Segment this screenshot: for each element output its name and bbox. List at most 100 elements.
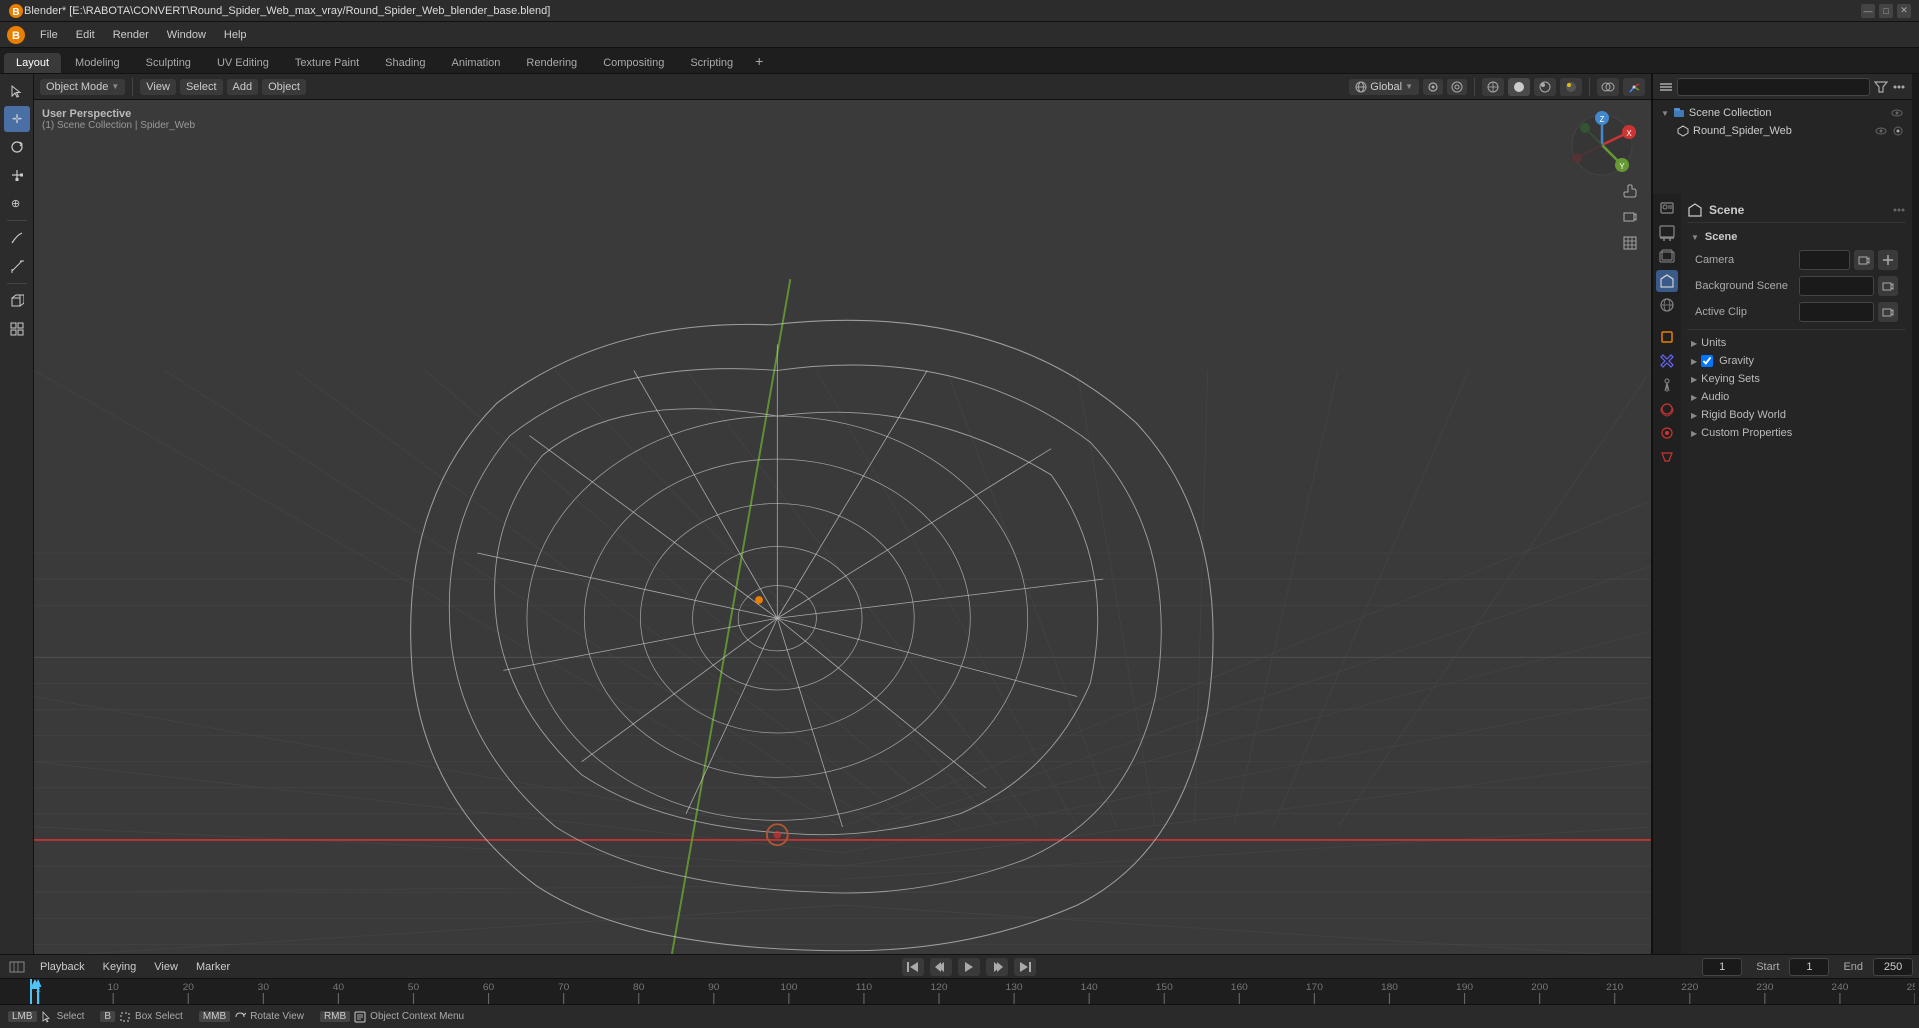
outliner-search-input[interactable] (1677, 78, 1870, 96)
annotate-tool-button[interactable] (4, 225, 30, 251)
gravity-section-toggle[interactable]: ▶ Gravity (1687, 352, 1906, 370)
menu-file[interactable]: File (32, 27, 66, 43)
play-button[interactable] (958, 958, 980, 976)
eye-icon[interactable] (1890, 106, 1904, 120)
maximize-button[interactable]: □ (1879, 4, 1893, 18)
move-tool-button[interactable]: ✛ (4, 106, 30, 132)
playback-menu[interactable]: Playback (34, 959, 91, 975)
material-shading-button[interactable] (1534, 78, 1556, 96)
viewport[interactable]: Object Mode ▼ View Select Add Object Glo… (34, 74, 1651, 954)
gravity-checkbox[interactable] (1701, 355, 1713, 367)
viewport-view-menu[interactable]: View (140, 79, 176, 95)
units-section-toggle[interactable]: ▶ Units (1687, 334, 1906, 352)
camera-view-icon[interactable] (1619, 206, 1641, 228)
prop-tab-output[interactable] (1656, 222, 1678, 244)
grid-view-icon[interactable] (1619, 232, 1641, 254)
frame-end-input[interactable]: 250 (1873, 958, 1913, 976)
hand-tool-icon[interactable] (1619, 180, 1641, 202)
keying-sets-section-toggle[interactable]: ▶ Keying Sets (1687, 370, 1906, 388)
current-frame-display[interactable]: 1 (1702, 958, 1742, 976)
menu-render[interactable]: Render (105, 27, 157, 43)
prop-tab-constraints[interactable] (1656, 422, 1678, 444)
overlays-button[interactable] (1597, 78, 1619, 96)
measure-tool-button[interactable] (4, 253, 30, 279)
scale-tool-button[interactable] (4, 162, 30, 188)
tab-shading[interactable]: Shading (373, 53, 437, 73)
transform-tool-button[interactable]: ⊕ (4, 190, 30, 216)
proportional-edit-button[interactable] (1447, 79, 1467, 95)
scene-section-toggle[interactable]: ▼ Scene (1687, 227, 1906, 247)
tab-scripting[interactable]: Scripting (678, 53, 745, 73)
svg-text:50: 50 (408, 982, 419, 992)
add-cube-button[interactable] (4, 288, 30, 314)
camera-value[interactable] (1799, 250, 1850, 270)
active-clip-browse-icon[interactable] (1878, 302, 1898, 322)
timeline-ruler[interactable]: 1 10 20 30 40 50 60 70 80 90 100 110 (0, 979, 1919, 1004)
prop-tab-modifier[interactable] (1656, 350, 1678, 372)
add-workspace-button[interactable]: + (747, 49, 771, 73)
camera-browse-icon[interactable] (1854, 250, 1874, 270)
viewport-select-menu[interactable]: Select (180, 79, 223, 95)
menu-window[interactable]: Window (159, 27, 214, 43)
prop-tab-scene[interactable] (1656, 270, 1678, 292)
marker-menu[interactable]: Marker (190, 959, 236, 975)
prop-tab-data[interactable] (1656, 446, 1678, 468)
tab-layout[interactable]: Layout (4, 53, 61, 73)
cursor-tool-button[interactable] (4, 78, 30, 104)
snap-icon (1427, 81, 1439, 93)
prop-tab-particles[interactable] (1656, 374, 1678, 396)
tab-modeling[interactable]: Modeling (63, 53, 132, 73)
outliner-spider-web-item[interactable]: Round_Spider_Web (1657, 122, 1908, 140)
extra-tools-button[interactable] (4, 316, 30, 342)
timeline-area-icon[interactable] (6, 956, 28, 978)
prop-tab-physics[interactable] (1656, 398, 1678, 420)
menu-help[interactable]: Help (216, 27, 255, 43)
snap-button[interactable] (1423, 79, 1443, 95)
outliner-options-icon[interactable] (1892, 80, 1906, 94)
step-forward-button[interactable] (986, 958, 1008, 976)
wireframe-shading-button[interactable] (1482, 78, 1504, 96)
viewport-object-menu[interactable]: Object (262, 79, 306, 95)
background-scene-browse-icon[interactable] (1878, 276, 1898, 296)
step-back-button[interactable] (930, 958, 952, 976)
solid-shading-button[interactable] (1508, 78, 1530, 96)
viewport-transform-selector[interactable]: Global ▼ (1349, 79, 1419, 95)
navigation-gizmo[interactable]: X Y Z (1567, 110, 1637, 180)
scene-options-icon[interactable] (1892, 203, 1906, 217)
keying-menu[interactable]: Keying (97, 959, 143, 975)
rotate-tool-button[interactable] (4, 134, 30, 160)
outliner-menu-icon[interactable] (1659, 80, 1673, 94)
tab-uv-editing[interactable]: UV Editing (205, 53, 281, 73)
scene-collection-label: (1) Scene Collection | Spider_Web (42, 120, 195, 131)
tab-compositing[interactable]: Compositing (591, 53, 676, 73)
outliner-scene-collection[interactable]: ▼ Scene Collection (1657, 104, 1908, 122)
rendered-shading-button[interactable] (1560, 78, 1582, 96)
tab-texture-paint[interactable]: Texture Paint (283, 53, 371, 73)
outliner-filter-icon[interactable] (1874, 80, 1888, 94)
prop-tab-world[interactable] (1656, 294, 1678, 316)
object-mode-selector[interactable]: Object Mode ▼ (40, 79, 125, 95)
camera-new-icon[interactable] (1878, 250, 1898, 270)
menu-edit[interactable]: Edit (68, 27, 103, 43)
rigid-body-world-toggle[interactable]: ▶ Rigid Body World (1687, 406, 1906, 424)
gizmos-button[interactable] (1623, 78, 1645, 96)
tab-sculpting[interactable]: Sculpting (134, 53, 203, 73)
tab-animation[interactable]: Animation (440, 53, 513, 73)
jump-to-end-button[interactable] (1014, 958, 1036, 976)
audio-section-toggle[interactable]: ▶ Audio (1687, 388, 1906, 406)
background-scene-value[interactable] (1799, 276, 1874, 296)
eye-icon-item[interactable] (1874, 124, 1888, 138)
jump-to-start-button[interactable] (902, 958, 924, 976)
minimize-button[interactable]: — (1861, 4, 1875, 18)
active-clip-value[interactable] (1799, 302, 1874, 322)
prop-tab-view-layer[interactable] (1656, 246, 1678, 268)
render-visibility-icon[interactable] (1892, 125, 1904, 137)
tab-rendering[interactable]: Rendering (514, 53, 589, 73)
close-button[interactable]: ✕ (1897, 4, 1911, 18)
viewport-add-menu[interactable]: Add (227, 79, 259, 95)
prop-tab-render[interactable] (1656, 198, 1678, 220)
frame-start-input[interactable]: 1 (1789, 958, 1829, 976)
custom-properties-toggle[interactable]: ▶ Custom Properties (1687, 424, 1906, 442)
timeline-view-menu[interactable]: View (148, 959, 184, 975)
prop-tab-object[interactable] (1656, 326, 1678, 348)
